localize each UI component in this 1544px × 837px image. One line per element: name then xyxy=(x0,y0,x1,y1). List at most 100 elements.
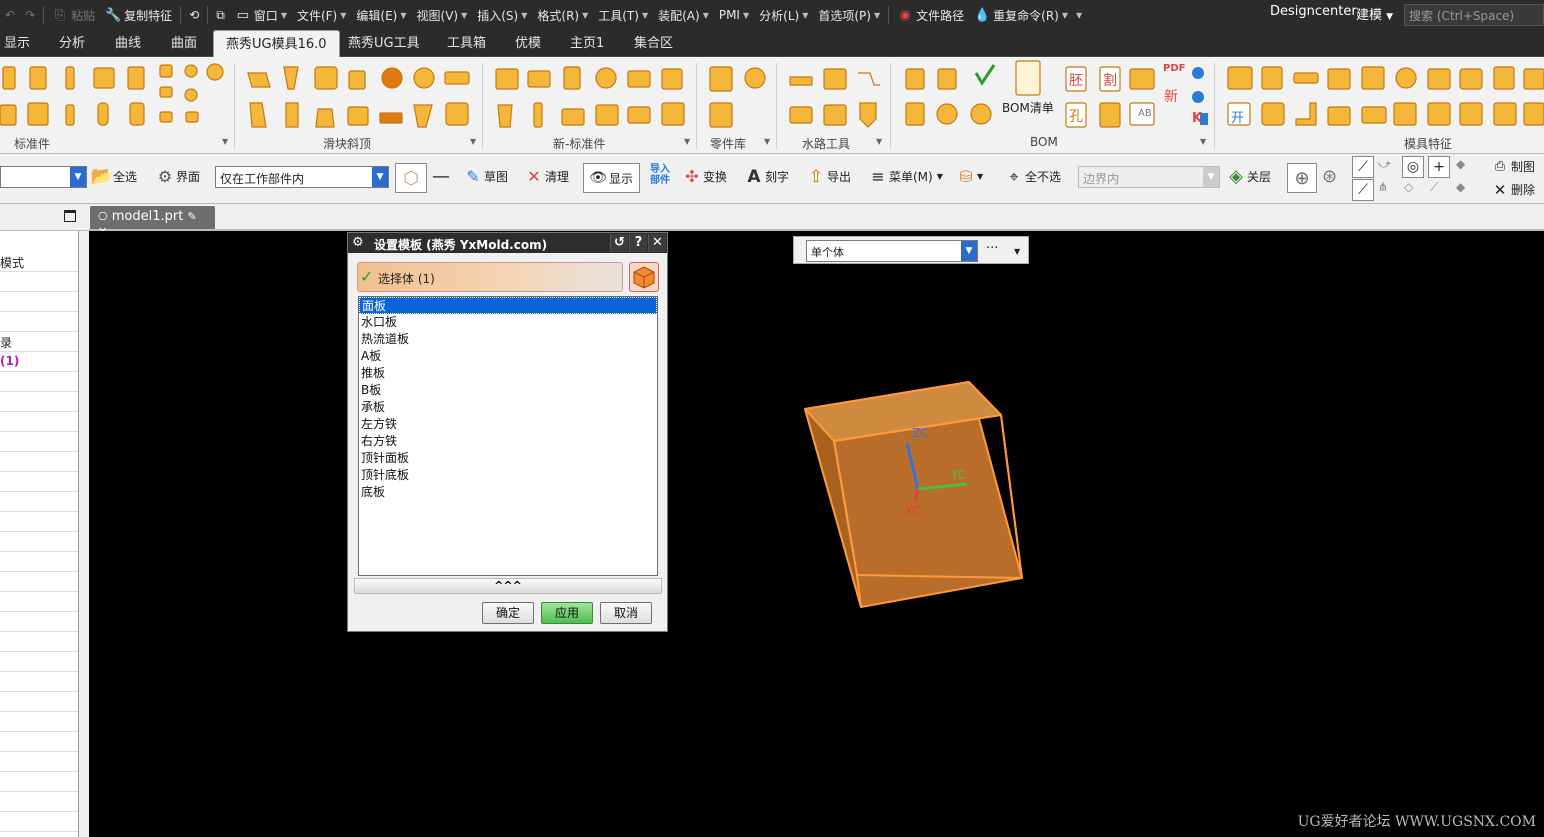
list-item[interactable]: 推板 xyxy=(359,365,657,382)
repeat-command-menu[interactable]: 💧 重复命令(R) ▼ ▼ xyxy=(969,0,1087,30)
snap-curve-icon[interactable]: ⤻ xyxy=(1378,157,1391,172)
close-icon[interactable]: ✕ xyxy=(648,234,666,252)
new-icon-text[interactable]: 新 xyxy=(1164,86,1178,106)
snap-face-icon[interactable]: ◆ xyxy=(1456,157,1465,171)
copy-window-icon[interactable]: ⧉ xyxy=(211,0,230,30)
snap-endpoint-icon[interactable]: ⟋ xyxy=(1352,156,1374,178)
analysis-menu[interactable]: 分析(L) ▼ xyxy=(754,0,813,30)
import-part-button[interactable]: 导入部件 xyxy=(650,164,674,186)
expand-arrow-icon[interactable]: ▼ xyxy=(764,137,770,146)
help-icon[interactable]: ? xyxy=(629,234,647,252)
ok-button[interactable]: 确定 xyxy=(482,602,534,624)
list-item[interactable]: B板 xyxy=(359,382,657,399)
file-menu[interactable]: 文件(F) ▼ xyxy=(292,0,351,30)
line-icon[interactable]: — xyxy=(432,166,450,187)
snap-point-button[interactable]: ⊕ xyxy=(1287,163,1317,193)
navigator-row[interactable] xyxy=(0,392,78,412)
undo-icon[interactable]: ↶ xyxy=(0,0,20,30)
tab-yanxiu-tools[interactable]: 燕秀UG工具 xyxy=(348,30,420,57)
navigator-row[interactable] xyxy=(0,792,78,812)
file-path-button[interactable]: ◉ 文件路径 xyxy=(892,0,969,30)
tab-analysis[interactable]: 分析 xyxy=(59,30,85,57)
navigator-row[interactable] xyxy=(0,592,78,612)
expand-arrow-icon[interactable]: ▼ xyxy=(876,137,882,146)
navigator-row[interactable]: (1) xyxy=(0,352,78,372)
tools-menu[interactable]: 工具(T) ▼ xyxy=(593,0,653,30)
redo-icon[interactable]: ↷ xyxy=(20,0,40,30)
tab-collection[interactable]: 集合区 xyxy=(634,30,673,57)
view-menu[interactable]: 视图(V) ▼ xyxy=(412,0,473,30)
format-menu[interactable]: 格式(R) ▼ xyxy=(532,0,593,30)
snap-tangent-icon[interactable]: ⟋ xyxy=(1430,180,1438,195)
select-all-button[interactable]: 📂 全选 xyxy=(91,166,137,187)
navigator-row[interactable] xyxy=(0,612,78,632)
select-body-row[interactable]: ✓ 选择体 (1) xyxy=(357,262,623,292)
select-body-button[interactable] xyxy=(629,262,659,292)
deselect-all-button[interactable]: ⌖ 全不选 xyxy=(1006,167,1061,186)
list-item[interactable]: A板 xyxy=(359,348,657,365)
expand-arrow-icon[interactable]: ▼ xyxy=(684,137,690,146)
apply-button[interactable]: 应用 xyxy=(541,602,593,624)
navigator-row[interactable]: 录 xyxy=(0,332,78,352)
maximize-icon[interactable] xyxy=(64,210,76,222)
navigator-row[interactable] xyxy=(0,452,78,472)
tab-curve[interactable]: 曲线 xyxy=(115,30,141,57)
cancel-button[interactable]: 取消 xyxy=(600,602,652,624)
navigator-row[interactable] xyxy=(0,292,78,312)
transform-button[interactable]: ✣ 变换 xyxy=(684,167,727,186)
tab-display[interactable]: 显示 xyxy=(4,30,30,57)
delete-button[interactable]: ✕ 删除 xyxy=(1492,181,1535,199)
list-item[interactable]: 顶针面板 xyxy=(359,450,657,467)
list-item[interactable]: 左方铁 xyxy=(359,416,657,433)
tab-home1[interactable]: 主页1 xyxy=(570,30,604,57)
list-item[interactable]: 水口板 xyxy=(359,314,657,331)
type-filter-combo[interactable]: ▼ xyxy=(0,166,87,188)
tab-toolbox[interactable]: 工具箱 xyxy=(447,30,486,57)
tab-youmo[interactable]: 优模 xyxy=(515,30,541,57)
layer-tool-button[interactable]: ⛁ ▼ xyxy=(958,167,983,186)
boundary-combo[interactable]: 边界内 ▼ xyxy=(1078,166,1220,188)
assembly-menu[interactable]: 装配(A) ▼ xyxy=(653,0,714,30)
navigator-row[interactable] xyxy=(0,512,78,532)
navigator-row[interactable] xyxy=(0,632,78,652)
export-button[interactable]: ⇧ 导出 xyxy=(808,167,851,187)
collapse-expander[interactable]: ^^^ xyxy=(354,578,662,594)
body-type-combo[interactable]: 单个体 ▼ xyxy=(806,240,978,262)
navigator-row[interactable] xyxy=(0,412,78,432)
interface-button[interactable]: ⚙ 界面 xyxy=(157,167,200,186)
close-layer-button[interactable]: ◈ 关层 xyxy=(1228,166,1271,187)
tab-surface[interactable]: 曲面 xyxy=(171,30,197,57)
search-input[interactable]: 搜索 (Ctrl+Space) xyxy=(1404,4,1544,26)
expand-arrow-icon[interactable]: ▼ xyxy=(470,137,476,146)
designcenter-label[interactable]: Designcenter xyxy=(1270,4,1357,19)
navigator-row[interactable] xyxy=(0,432,78,452)
document-tab[interactable]: ⎔ model1.prt ✎ ✕ xyxy=(90,206,215,238)
navigator-row[interactable] xyxy=(0,652,78,672)
navigator-row[interactable] xyxy=(0,772,78,792)
navigator-row[interactable] xyxy=(0,272,78,292)
bom-list-label[interactable]: BOM清单 xyxy=(1002,99,1054,116)
navigator-row[interactable] xyxy=(0,492,78,512)
navigator-row[interactable] xyxy=(0,752,78,772)
reset-icon[interactable]: ↺ xyxy=(610,234,628,252)
navigator-row[interactable] xyxy=(0,692,78,712)
pmi-menu[interactable]: PMI ▼ xyxy=(714,0,754,30)
display-button[interactable]: 👁 显示 xyxy=(583,163,641,193)
engrave-button[interactable]: A 刻字 xyxy=(746,167,789,187)
plate-listbox[interactable]: 面板 水口板 热流道板 A板 推板 B板 承板 左方铁 右方铁 顶针面板 顶针底板 底板 xyxy=(358,296,658,576)
clean-button[interactable]: ✕ 清理 xyxy=(526,167,569,186)
menu-button[interactable]: ≡ 菜单(M) ▼ xyxy=(870,167,943,186)
body-filter-button[interactable]: ⬡ xyxy=(395,163,427,193)
list-item[interactable]: 顶针底板 xyxy=(359,467,657,484)
navigator-row[interactable] xyxy=(0,312,78,332)
navigator-row[interactable] xyxy=(0,572,78,592)
insert-menu[interactable]: 插入(S) ▼ xyxy=(472,0,532,30)
navigator-row[interactable]: 模式 xyxy=(0,252,78,272)
navigator-row[interactable] xyxy=(0,672,78,692)
list-item[interactable]: 底板 xyxy=(359,484,657,501)
navigator-row[interactable] xyxy=(0,712,78,732)
dialog-title-bar[interactable]: ⚙ 设置模板 (燕秀 YxMold.com) ↺ ? ✕ xyxy=(348,233,667,253)
navigator-row[interactable] xyxy=(0,532,78,552)
more-options-button[interactable]: ··· xyxy=(986,241,998,256)
snap-intersection-icon[interactable]: ⋔ xyxy=(1378,180,1388,194)
